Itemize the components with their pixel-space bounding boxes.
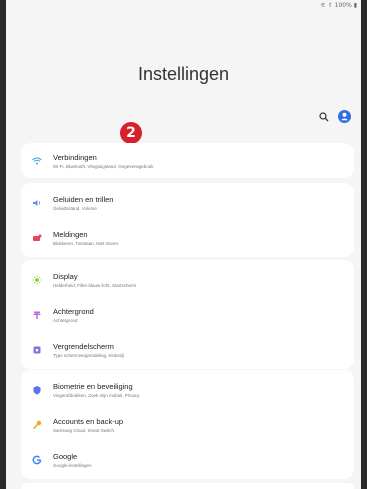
wifi-icon <box>21 157 53 165</box>
header-actions <box>318 110 351 123</box>
item-label: Biometrie en beveiliging <box>53 381 133 391</box>
item-label: Achtergrond <box>53 306 94 316</box>
status-bar: ⚟ ⇧ 100% ▮ <box>320 2 357 9</box>
page-title: Instellingen <box>137 64 230 84</box>
notification-icon <box>21 234 53 242</box>
settings-item-meldingen[interactable]: Meldingen Blokkeren, Toestaan, Niet stor… <box>21 220 354 255</box>
settings-card-partial <box>21 483 354 489</box>
item-label: Accounts en back-up <box>53 416 124 426</box>
settings-card-connections: Verbindingen Wi-Fi, Bluetooth, Vliegtuig… <box>21 143 354 178</box>
settings-card-sound: Geluiden en trillen Geluidsstand, Volume… <box>21 183 354 257</box>
settings-item-biometrie[interactable]: Biometrie en beveiliging Vingerafdrukken… <box>21 372 354 407</box>
settings-item-achtergrond[interactable]: Achtergrond Achtergrond <box>21 297 354 332</box>
settings-screen: ⚟ ⇧ 100% ▮ Instellingen 2 Verbindingen W… <box>6 0 361 489</box>
settings-item-display[interactable]: Display Helderheid, Filter blauw licht, … <box>21 262 354 297</box>
item-subtitle: Geluidsstand, Volume <box>53 205 97 211</box>
step-badge: 2 <box>120 122 142 144</box>
item-label: Display <box>53 271 78 281</box>
wallpaper-icon <box>21 310 53 320</box>
item-label: Geluiden en trillen <box>53 194 114 204</box>
key-icon <box>21 420 53 430</box>
search-icon[interactable] <box>318 111 330 123</box>
item-subtitle: Samsung Cloud, Smart Switch <box>53 427 115 433</box>
item-label: Vergrendelscherm <box>53 341 114 351</box>
settings-item-geluiden[interactable]: Geluiden en trillen Geluidsstand, Volume <box>21 185 354 220</box>
item-subtitle: Type schermvergrendeling, Klokstijl <box>53 352 124 358</box>
account-icon[interactable] <box>338 110 351 123</box>
settings-card-security: Biometrie en beveiliging Vingerafdrukken… <box>21 370 354 479</box>
item-label: Google <box>53 451 78 461</box>
sun-icon <box>21 275 53 285</box>
item-label: Meldingen <box>53 229 88 239</box>
item-subtitle: Achtergrond <box>53 317 78 323</box>
settings-item-verbindingen[interactable]: Verbindingen Wi-Fi, Bluetooth, Vliegtuig… <box>21 143 354 178</box>
google-icon <box>21 455 53 465</box>
item-subtitle: Vingerafdrukken, Zoek mijn mobiel, Priva… <box>53 392 140 398</box>
settings-item-accounts[interactable]: Accounts en back-up Samsung Cloud, Smart… <box>21 407 354 442</box>
settings-item-vergrendelscherm[interactable]: Vergrendelscherm Type schermvergrendelin… <box>21 332 354 367</box>
volume-icon <box>21 199 53 207</box>
item-subtitle: Helderheid, Filter blauw licht, Startsch… <box>53 282 137 288</box>
item-subtitle: Google-instellingen <box>53 462 92 468</box>
lock-icon <box>21 345 53 355</box>
shield-icon <box>21 385 53 395</box>
settings-card-display: Display Helderheid, Filter blauw licht, … <box>21 260 354 369</box>
settings-item-google[interactable]: Google Google-instellingen <box>21 442 354 477</box>
item-subtitle: Blokkeren, Toestaan, Niet storen <box>53 240 118 246</box>
item-subtitle: Wi-Fi, Bluetooth, Vliegtuigstand, Gegeve… <box>53 163 154 169</box>
item-label: Verbindingen <box>53 152 97 162</box>
